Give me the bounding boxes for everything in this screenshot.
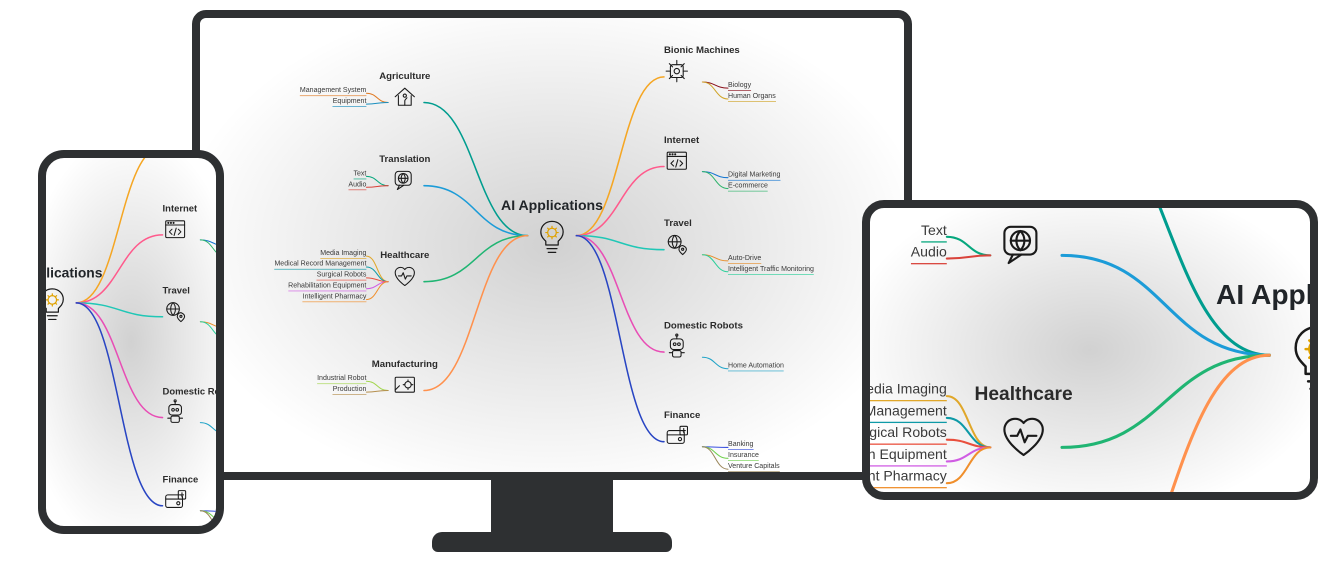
- branch-title: Translation: [350, 154, 459, 165]
- branch-title: Internet: [664, 134, 773, 145]
- branch-title: Travel: [163, 285, 224, 296]
- globe-route-icon: [163, 298, 224, 326]
- leaf-label: Intelligent Pharmacy: [862, 469, 947, 488]
- center-node: AI Applications: [38, 265, 115, 327]
- branch-title: Agriculture: [350, 70, 459, 81]
- leaf-label: Production: [333, 385, 367, 395]
- center-title: AI Applications: [38, 265, 115, 281]
- branch-translation: Translation: [915, 200, 1133, 276]
- branch-title: Domestic Robots: [664, 320, 773, 331]
- center-node: AI Applications: [488, 197, 616, 260]
- smartphone-frame: AI Applications Agriculture Management S…: [38, 150, 224, 534]
- lightbulb-gear-icon: [1190, 319, 1318, 405]
- house-plant-icon: [350, 84, 459, 113]
- globe-chat-icon: [915, 218, 1133, 276]
- branch-title: Healthcare: [350, 250, 459, 261]
- robot-icon: [664, 334, 773, 363]
- leaf-label: Media Imaging: [320, 249, 366, 259]
- leaf-label: Audio: [348, 180, 366, 190]
- center-node: AI Applications: [1190, 278, 1318, 405]
- mindmap-viewport-tablet: AI Applications Agriculture Management S…: [862, 200, 1318, 500]
- browser-code-icon: [163, 217, 224, 245]
- branch-title: Domestic Robots: [163, 386, 224, 397]
- branch-manufacturing: Manufacturing: [350, 358, 459, 400]
- blueprint-gear-icon: [350, 372, 459, 401]
- lightbulb-gear-icon: [38, 285, 115, 327]
- leaf-label: Auto-Drive: [728, 254, 761, 264]
- wallet-money-icon: [163, 487, 224, 515]
- leaf-label: Rehabilitation Equipment: [288, 282, 366, 292]
- branch-healthcare: Healthcare: [915, 383, 1133, 467]
- branch-translation: Translation: [350, 154, 459, 196]
- branch-title: Translation: [915, 200, 1133, 213]
- mindmap-viewport-phone: AI Applications Agriculture Management S…: [38, 150, 224, 534]
- wallet-money-icon: [664, 423, 773, 452]
- tablet-frame: AI Applications Agriculture Management S…: [862, 200, 1318, 500]
- leaf-label: Medical Record Management: [274, 260, 366, 270]
- mindmap-viewport-monitor: AI Applications Agriculture Management S…: [200, 18, 904, 480]
- monitor-base: [432, 532, 672, 552]
- leaf-label: Intelligent Pharmacy: [303, 293, 367, 303]
- globe-chat-icon: [350, 167, 459, 196]
- heart-pulse-icon: [350, 263, 459, 292]
- branch-domestic robots: Domestic Robots: [163, 386, 224, 428]
- branch-title: Finance: [163, 474, 224, 485]
- branch-finance: Finance: [664, 410, 773, 452]
- branch-title: Finance: [664, 410, 773, 421]
- center-title: AI Applications: [488, 197, 616, 214]
- leaf-label: Surgical Robots: [862, 426, 947, 445]
- leaf-label: Text: [921, 223, 947, 242]
- robot-icon: [163, 399, 224, 427]
- leaf-label: Audio: [911, 244, 947, 263]
- branch-finance: Finance: [163, 474, 224, 516]
- leaf-label: Digital Marketing: [728, 171, 780, 181]
- heart-pulse-icon: [915, 410, 1133, 468]
- branch-title: Bionic Machines: [664, 45, 773, 56]
- branch-title: Internet: [163, 203, 224, 214]
- bionic-chip-icon: [664, 58, 773, 87]
- branch-title: Manufacturing: [350, 358, 459, 369]
- leaf-label: Text: [353, 169, 366, 179]
- leaf-label: Banking: [728, 440, 753, 450]
- desktop-monitor-frame: AI Applications Agriculture Management S…: [192, 10, 912, 480]
- branch-bionic machines: Bionic Machines: [664, 45, 773, 87]
- leaf-label: Management System: [300, 86, 367, 96]
- branch-healthcare: Healthcare: [350, 250, 459, 292]
- monitor-stand: [491, 480, 613, 532]
- branch-agriculture: Agriculture: [350, 70, 459, 112]
- branch-title: Healthcare: [915, 383, 1133, 405]
- leaf-label: Venture Capitals: [728, 462, 780, 472]
- leaf-label: Biology: [728, 81, 751, 91]
- leaf-label: Surgical Robots: [317, 271, 367, 281]
- leaf-label: Medical Record Management: [862, 404, 947, 423]
- leaf-label: Industrial Robot: [317, 374, 366, 384]
- leaf-label: Media Imaging: [862, 382, 947, 401]
- leaf-label: Insurance: [728, 451, 759, 461]
- branch-internet: Internet: [163, 203, 224, 245]
- leaf-label: Home Automation: [728, 362, 784, 372]
- center-title: AI Applications: [1190, 278, 1318, 311]
- leaf-label: Human Organs: [728, 92, 776, 102]
- leaf-label: E-commerce: [728, 182, 768, 192]
- lightbulb-gear-icon: [488, 218, 616, 261]
- branch-title: Travel: [664, 218, 773, 229]
- leaf-label: Equipment: [333, 97, 367, 107]
- branch-travel: Travel: [163, 285, 224, 327]
- leaf-label: Rehabilitation Equipment: [862, 447, 947, 466]
- branch-domestic robots: Domestic Robots: [664, 320, 773, 362]
- leaf-label: Intelligent Traffic Monitoring: [728, 265, 814, 275]
